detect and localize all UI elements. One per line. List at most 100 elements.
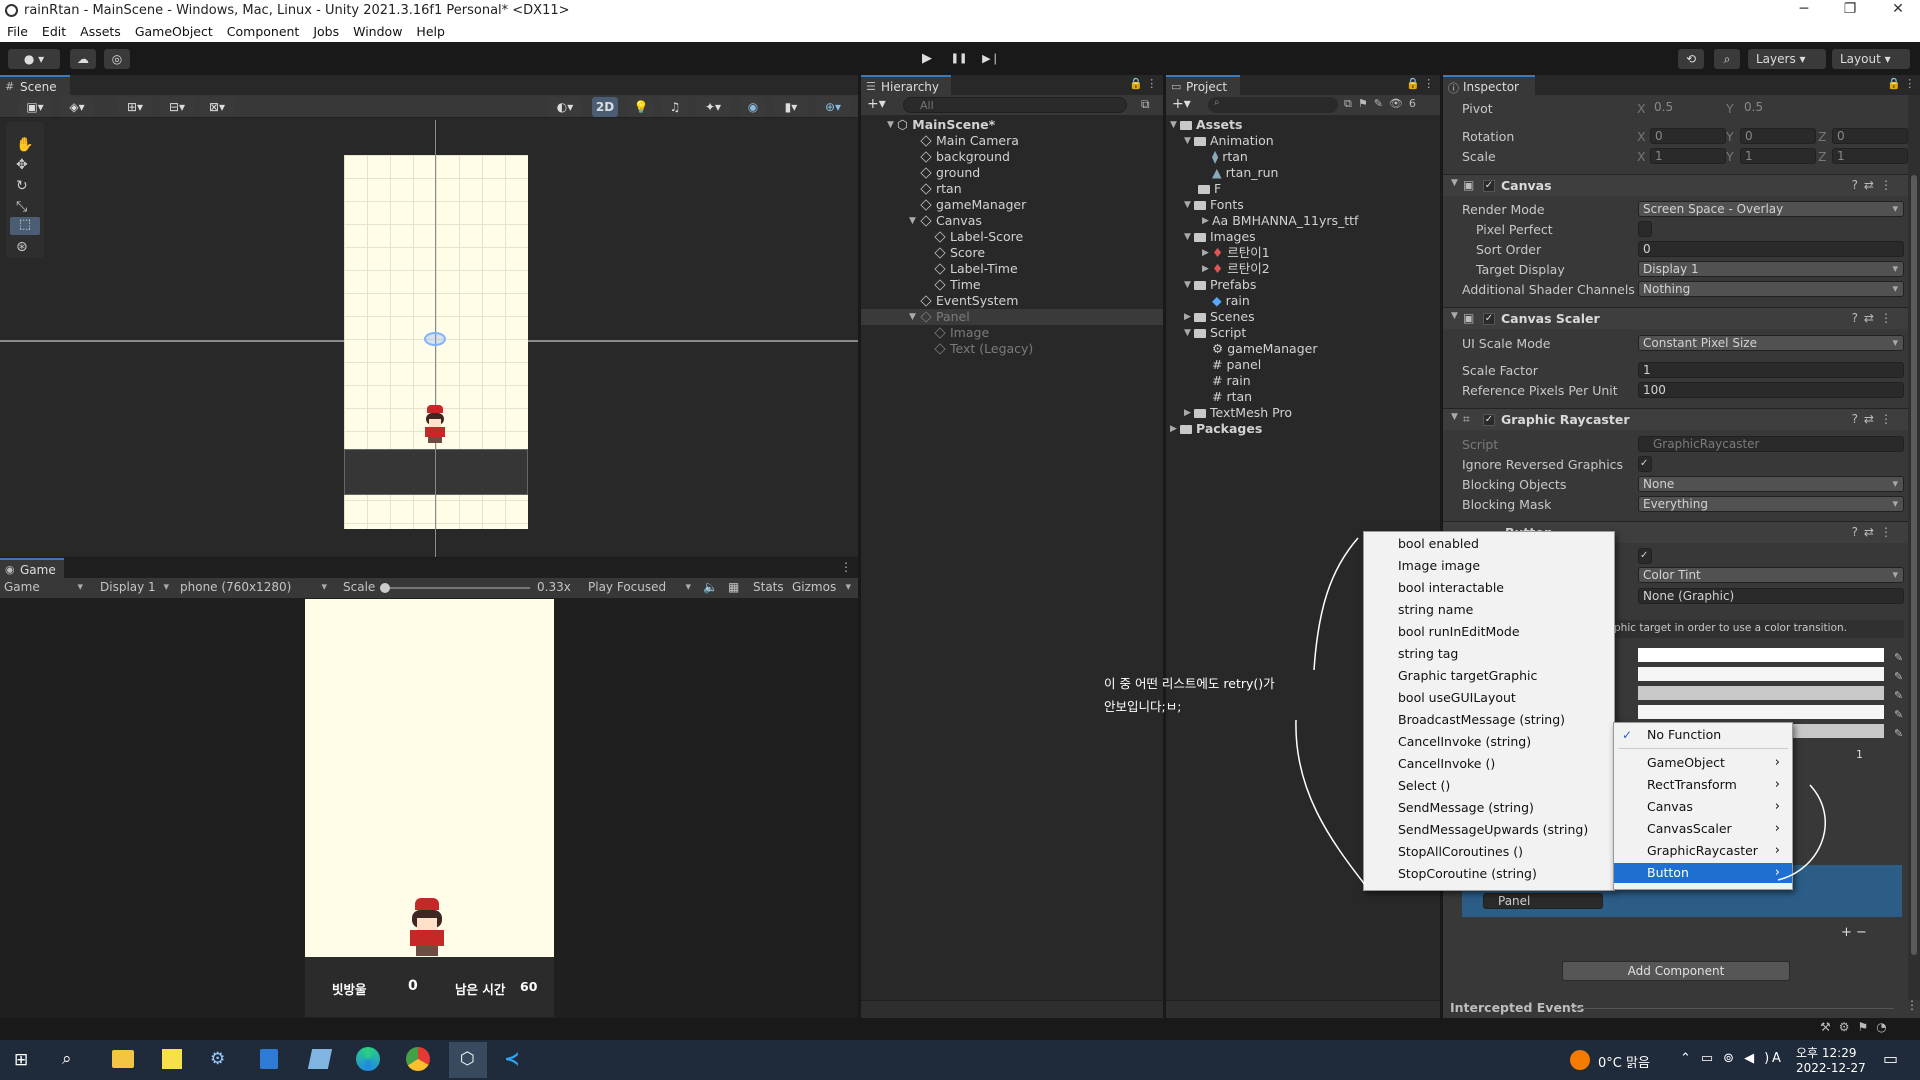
project-item[interactable]: ▶ Aa BMHANNA_11yrs_ttf [1202,213,1358,229]
hierarchy-item[interactable]: Main Camera [920,133,1019,149]
project-item[interactable]: ▼ Prefabs [1184,277,1256,293]
menu-file[interactable]: File [0,22,35,39]
canvas-scaler-header[interactable]: ▼ ▣ ✓ Canvas Scaler ?⇄⋮ [1443,307,1908,329]
rect-pivot-handle[interactable] [424,332,446,346]
expand-arrow-icon[interactable]: ▼ [1184,277,1191,293]
expand-arrow-icon[interactable]: ▼ [1170,117,1177,133]
account-button[interactable]: ● ▾ [8,49,60,69]
scene-root-row[interactable]: ▼ ⬡ MainScene* [887,117,1157,133]
expand-arrow-icon[interactable]: ▶ [1202,261,1209,277]
graphic-raycaster-header[interactable]: ▼ ⌗ ✓ Graphic Raycaster ?⇄⋮ [1443,408,1908,430]
scale-factor-field[interactable]: 1 [1638,362,1904,378]
lock-icon[interactable]: 🔒 ⋮ [1129,77,1157,90]
hierarchy-item[interactable]: gameManager [920,197,1026,213]
component-menu-icons[interactable]: ?⇄⋮ [1852,412,1898,426]
increment-snap-dropdown[interactable]: ⊟▾ [160,97,194,117]
scale-slider[interactable] [380,583,530,593]
clock-date[interactable]: 2022-12-27 [1796,1061,1866,1075]
filter-icons[interactable]: ⧉⚑✎👁6 [1344,97,1422,111]
display-dropdown[interactable]: Display 1 [100,580,174,594]
scale-tool-icon[interactable]: ⤡ [16,199,27,215]
project-item[interactable]: ⧫ rtan [1212,149,1248,165]
project-item[interactable]: ▼ Assets [1170,117,1242,133]
effects-dropdown[interactable]: ✦▾ [696,97,730,117]
status-icons[interactable]: ⚒⚙⚑◔ [1820,1020,1895,1034]
sort-order-field[interactable]: 0 [1638,241,1904,257]
project-item[interactable]: ▼ Script [1184,325,1246,341]
gizmos-button[interactable]: Gizmos [792,580,856,594]
raycaster-enabled-checkbox[interactable]: ✓ [1483,414,1495,426]
project-item[interactable]: F [1198,181,1221,197]
inspector-scrollbar[interactable] [1908,95,1920,1000]
menu-jobs[interactable]: Jobs [306,22,346,39]
project-item[interactable]: # panel [1212,357,1261,373]
resolution-dropdown[interactable]: phone (760x1280) [180,580,332,594]
hierarchy-item[interactable]: Label-Time [934,261,1018,277]
draw-mode-dropdown[interactable]: ▣▾ [18,97,52,117]
camera-dropdown[interactable]: ▮▾ [774,97,808,117]
project-item[interactable]: ◆ rain [1212,293,1250,309]
menu-help[interactable]: Help [409,22,452,39]
ui-scale-mode-dropdown[interactable]: Constant Pixel Size [1638,335,1904,351]
project-item[interactable]: # rain [1212,373,1251,389]
stats-button[interactable]: Stats [753,580,784,594]
menu-gameobject[interactable]: GameObject [128,22,220,39]
layers-dropdown[interactable]: Layers ▾ [1748,49,1826,69]
hierarchy-item[interactable]: Time [934,277,981,293]
windows-start-icon[interactable]: ⊞ [14,1050,28,1070]
visibility-toggle[interactable]: ◉ [740,97,766,117]
layout-dropdown[interactable]: Layout ▾ [1832,49,1910,69]
expand-arrow-icon[interactable]: ▶ [1202,245,1209,261]
add-component-button[interactable]: Add Component [1562,961,1790,981]
component-menu-icons[interactable]: ?⇄⋮ [1852,525,1898,539]
tab-hierarchy[interactable]: ☰ Hierarchy [861,75,951,95]
collab-icon[interactable]: ◎ [104,49,130,69]
gizmos-dropdown[interactable]: ⊕▾ [816,97,850,117]
sticky-notes-icon[interactable] [162,1049,182,1069]
edge-icon[interactable] [356,1047,380,1071]
file-explorer-icon[interactable] [112,1050,134,1068]
hand-tool-icon[interactable]: ✋ [16,137,33,153]
vscode-icon[interactable]: ≺ [504,1048,520,1070]
expand-arrow-icon[interactable]: ▼ [1451,412,1458,422]
notes-app-icon[interactable] [307,1049,333,1069]
tray-icons[interactable]: ⌃▭⊚◀) [1680,1051,1779,1066]
hierarchy-item[interactable]: ▼ Canvas [909,213,982,229]
expand-arrow-icon[interactable]: ▶ [1170,421,1177,437]
menu-window[interactable]: Window [346,22,409,39]
menu-edit[interactable]: Edit [35,22,73,39]
hierarchy-item[interactable]: rtan [920,181,962,197]
expand-arrow-icon[interactable]: ▼ [909,213,916,229]
clock-time[interactable]: 오후 12:29 [1796,1044,1856,1061]
project-item[interactable]: ▼ Images [1184,229,1256,245]
project-item[interactable]: ▶ Scenes [1184,309,1255,325]
expand-arrow-icon[interactable]: ▶ [1202,213,1209,229]
rect-tool-icon[interactable]: ⬚ [10,217,40,235]
scale-x-field[interactable]: 1 [1650,148,1726,164]
ignore-reversed-checkbox[interactable]: ✓ [1638,456,1652,472]
hierarchy-item[interactable]: Label-Score [934,229,1023,245]
search-icon[interactable]: ⌕ [1714,49,1740,69]
ime-indicator[interactable]: A [1772,1051,1781,1066]
canvas-component-header[interactable]: ▼ ▣ ✓ Canvas ?⇄⋮ [1443,174,1908,196]
project-item[interactable]: ▶ ♦ 르탄이2 [1202,261,1270,277]
weather-text[interactable]: 0°C 맑음 [1598,1052,1650,1071]
hierarchy-item[interactable]: EventSystem [920,293,1018,309]
project-item[interactable]: ▶ Packages [1170,421,1262,437]
script-field[interactable]: GraphicRaycaster [1638,436,1904,452]
component-menu-icons[interactable]: ?⇄⋮ [1852,178,1898,192]
rotate-tool-icon[interactable]: ↻ [16,178,28,194]
ref-pixels-field[interactable]: 100 [1638,382,1904,398]
project-item[interactable]: ▼ Fonts [1184,197,1244,213]
chrome-icon[interactable] [406,1047,430,1071]
expand-arrow-icon[interactable]: ▼ [909,309,916,325]
tab-scene[interactable]: # Scene [0,75,70,95]
pixel-perfect-checkbox[interactable] [1638,221,1652,237]
scale-y-field[interactable]: 1 [1740,148,1816,164]
2d-toggle[interactable]: 2D [592,97,618,117]
pause-button[interactable]: ❚❚ [945,49,973,69]
project-item[interactable]: ▶ ♦ 르탄이1 [1202,245,1270,261]
tab-inspector[interactable]: ⓘ Inspector [1443,75,1535,95]
maximize-button[interactable]: ❐ [1838,1,1862,17]
menu-assets[interactable]: Assets [73,22,128,39]
